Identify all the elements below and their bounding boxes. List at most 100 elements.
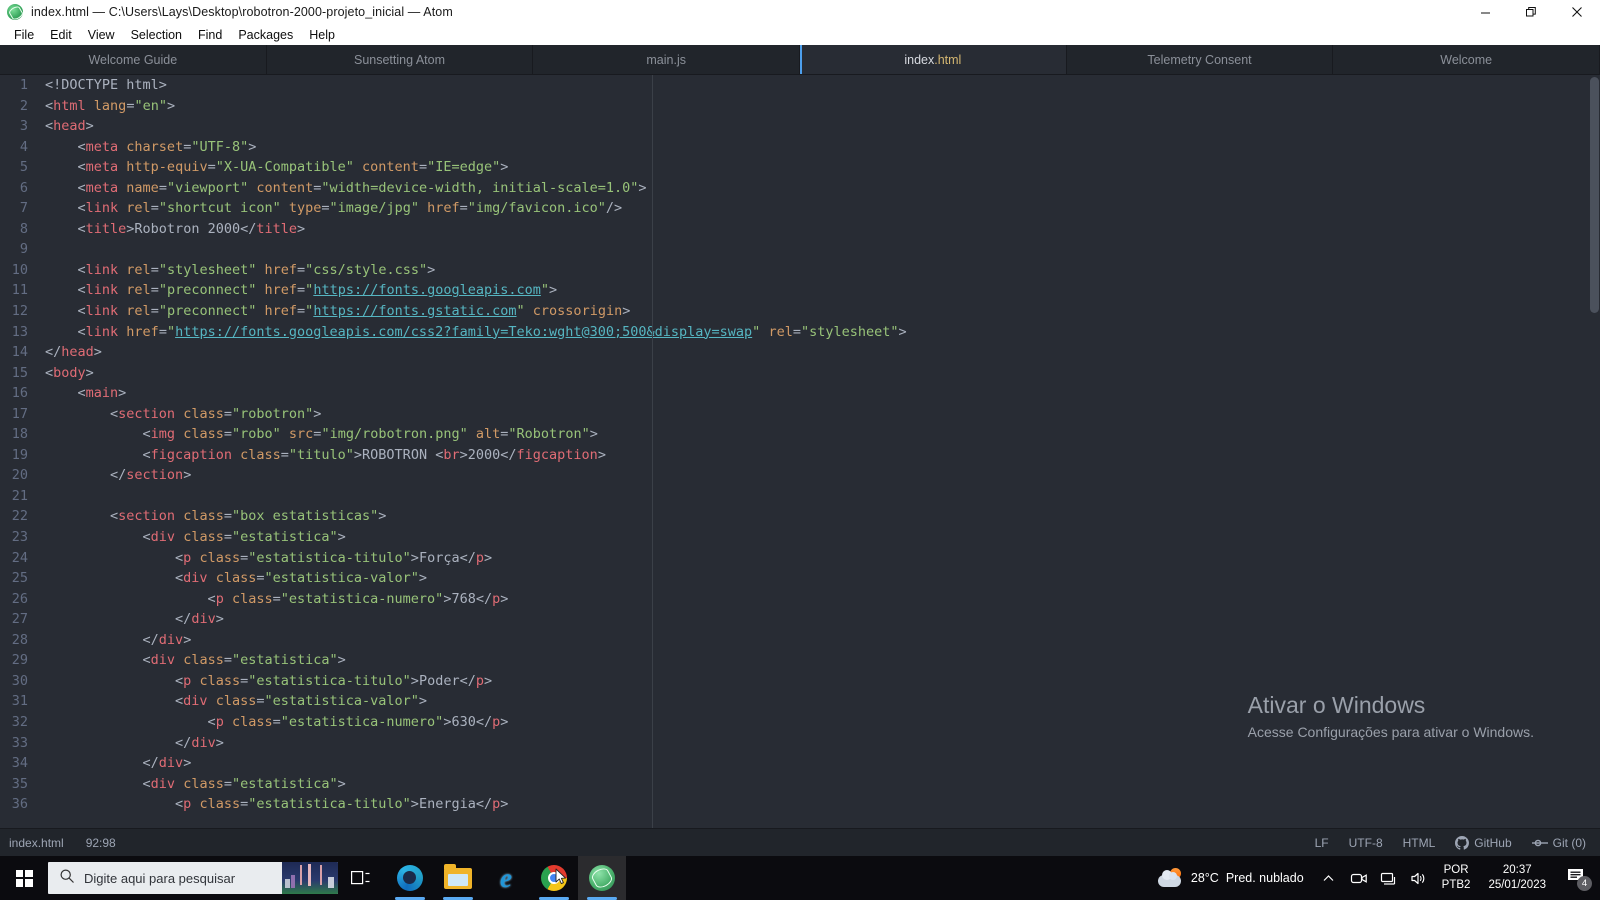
code-row[interactable]: 17 <section class="robotron"> — [0, 404, 1600, 425]
code-line[interactable]: <link rel="stylesheet" href="css/style.c… — [36, 260, 436, 281]
code-row[interactable]: 30 <p class="estatistica-titulo">Poder</… — [0, 671, 1600, 692]
editor-scrollbar[interactable] — [1589, 75, 1600, 828]
code-row[interactable]: 35 <div class="estatistica"> — [0, 774, 1600, 795]
code-line[interactable]: <link rel="preconnect" href="https://fon… — [36, 280, 558, 301]
code-line[interactable]: <div class="estatistica"> — [36, 774, 346, 795]
status-github[interactable]: GitHub — [1455, 835, 1512, 850]
code-row[interactable]: 21 — [0, 486, 1600, 507]
code-row[interactable]: 11 <link rel="preconnect" href="https://… — [0, 280, 1600, 301]
tray-language-indicator[interactable]: POR PTB2 — [1434, 863, 1479, 893]
code-row[interactable]: 2 <html lang="en"> — [0, 96, 1600, 117]
code-row[interactable]: 14 </head> — [0, 342, 1600, 363]
taskbar-search-box[interactable]: Digite aqui para pesquisar — [48, 862, 338, 894]
code-row[interactable]: 29 <div class="estatistica"> — [0, 650, 1600, 671]
tab-telemetry-consent[interactable]: Telemetry Consent — [1066, 45, 1334, 74]
code-row[interactable]: 28 </div> — [0, 630, 1600, 651]
tab-welcome[interactable]: Welcome — [1333, 45, 1600, 74]
notifications-button[interactable]: 4 — [1556, 856, 1596, 900]
code-line[interactable]: </section> — [36, 465, 191, 486]
code-line[interactable]: <p class="estatistica-titulo">Poder</p> — [36, 671, 492, 692]
code-row[interactable]: 18 <img class="robo" src="img/robotron.p… — [0, 424, 1600, 445]
code-row[interactable]: 12 <link rel="preconnect" href="https://… — [0, 301, 1600, 322]
menu-item-find[interactable]: Find — [190, 26, 230, 44]
code-line[interactable]: <title>Robotron 2000</title> — [36, 219, 306, 240]
code-line[interactable]: <figcaption class="titulo">ROBOTRON <br>… — [36, 445, 606, 466]
network-icon[interactable] — [1374, 856, 1404, 900]
menu-item-edit[interactable]: Edit — [42, 26, 80, 44]
code-row[interactable]: 20 </section> — [0, 465, 1600, 486]
code-line[interactable]: <meta http-equiv="X-UA-Compatible" conte… — [36, 157, 509, 178]
code-row[interactable]: 6 <meta name="viewport" content="width=d… — [0, 178, 1600, 199]
code-line[interactable]: <p class="estatistica-numero">630</p> — [36, 712, 509, 733]
code-line[interactable]: <head> — [36, 116, 94, 137]
tab-sunsetting-atom[interactable]: Sunsetting Atom — [266, 45, 534, 74]
code-line[interactable]: </div> — [36, 733, 224, 754]
status-file-name[interactable]: index.html — [9, 836, 64, 850]
status-encoding[interactable]: UTF-8 — [1349, 836, 1383, 850]
tray-weather[interactable]: 28°C Pred. nublado — [1148, 868, 1314, 888]
search-highlight-thumbnail[interactable] — [282, 862, 338, 894]
token-link[interactable]: https://fonts.gstatic.com — [313, 303, 516, 319]
meet-now-icon[interactable] — [1344, 856, 1374, 900]
code-line[interactable]: <meta charset="UTF-8"> — [36, 137, 257, 158]
maximize-button[interactable] — [1508, 0, 1554, 24]
tab-main-js[interactable]: main.js — [533, 45, 801, 74]
menu-item-help[interactable]: Help — [301, 26, 343, 44]
taskbar-item-edge[interactable] — [386, 856, 434, 900]
start-button[interactable] — [0, 856, 48, 900]
code-row[interactable]: 23 <div class="estatistica"> — [0, 527, 1600, 548]
taskbar-item-internet-explorer[interactable]: e — [482, 856, 530, 900]
tab-index-html[interactable]: index .html — [800, 45, 1067, 74]
tab-welcome-guide[interactable]: Welcome Guide — [0, 45, 267, 74]
code-line[interactable]: <img class="robo" src="img/robotron.png"… — [36, 424, 598, 445]
code-line[interactable]: <p class="estatistica-titulo">Energia</p… — [36, 794, 508, 815]
code-row[interactable]: 7 <link rel="shortcut icon" type="image/… — [0, 198, 1600, 219]
code-row[interactable]: 8 <title>Robotron 2000</title> — [0, 219, 1600, 240]
tray-clock[interactable]: 20:37 25/01/2023 — [1478, 863, 1556, 893]
code-line[interactable]: <div class="estatistica"> — [36, 527, 346, 548]
close-button[interactable] — [1554, 0, 1600, 24]
code-row[interactable]: 16 <main> — [0, 383, 1600, 404]
code-line[interactable]: <!DOCTYPE html> — [36, 75, 167, 96]
menu-item-view[interactable]: View — [80, 26, 123, 44]
code-row[interactable]: 36 <p class="estatistica-titulo">Energia… — [0, 794, 1600, 815]
code-line[interactable]: <div class="estatistica"> — [36, 650, 346, 671]
code-line[interactable]: <link href="https://fonts.googleapis.com… — [36, 322, 907, 343]
taskbar-item-task-view[interactable] — [338, 856, 386, 900]
code-line[interactable]: <link rel="shortcut icon" type="image/jp… — [36, 198, 623, 219]
token-link[interactable]: https://fonts.googleapis.com/css2?family… — [175, 324, 752, 340]
status-grammar[interactable]: HTML — [1403, 836, 1436, 850]
code-row[interactable]: 27 </div> — [0, 609, 1600, 630]
taskbar-item-atom[interactable] — [578, 856, 626, 900]
code-row[interactable]: 24 <p class="estatistica-titulo">Força</… — [0, 548, 1600, 569]
code-line[interactable]: </div> — [36, 609, 224, 630]
code-line[interactable]: <html lang="en"> — [36, 96, 175, 117]
code-row[interactable]: 1 <!DOCTYPE html> — [0, 75, 1600, 96]
minimize-button[interactable] — [1462, 0, 1508, 24]
code-row[interactable]: 33 </div> — [0, 733, 1600, 754]
taskbar-item-file-explorer[interactable] — [434, 856, 482, 900]
code-line[interactable]: </div> — [36, 630, 192, 651]
show-hidden-icons-button[interactable] — [1314, 856, 1344, 900]
code-row[interactable]: 31 <div class="estatistica-valor"> — [0, 691, 1600, 712]
code-row[interactable]: 5 <meta http-equiv="X-UA-Compatible" con… — [0, 157, 1600, 178]
code-line[interactable]: <section class="box estatisticas"> — [36, 506, 386, 527]
menu-item-file[interactable]: File — [6, 26, 42, 44]
code-line[interactable]: <body> — [36, 363, 94, 384]
code-line[interactable]: </head> — [36, 342, 102, 363]
code-area[interactable]: 1 <!DOCTYPE html> 2 <html lang="en"> 3 <head>… — [0, 75, 1600, 828]
status-line-ending[interactable]: LF — [1315, 836, 1329, 850]
menu-item-selection[interactable]: Selection — [123, 26, 190, 44]
code-row[interactable]: 19 <figcaption class="titulo">ROBOTRON <… — [0, 445, 1600, 466]
code-line[interactable]: <link rel="preconnect" href="https://fon… — [36, 301, 631, 322]
menu-item-packages[interactable]: Packages — [230, 26, 301, 44]
status-cursor-position[interactable]: 92:98 — [86, 836, 116, 850]
token-link[interactable]: https://fonts.googleapis.com — [313, 282, 541, 298]
code-line[interactable]: <p class="estatistica-titulo">Força</p> — [36, 548, 492, 569]
volume-icon[interactable] — [1404, 856, 1434, 900]
code-lines[interactable]: 1 <!DOCTYPE html> 2 <html lang="en"> 3 <head>… — [0, 75, 1600, 815]
code-row[interactable]: 13 <link href="https://fonts.googleapis.… — [0, 322, 1600, 343]
code-row[interactable]: 34 </div> — [0, 753, 1600, 774]
code-editor[interactable]: 1 <!DOCTYPE html> 2 <html lang="en"> 3 <head>… — [0, 75, 1600, 828]
code-line[interactable]: <div class="estatistica-valor"> — [36, 691, 427, 712]
